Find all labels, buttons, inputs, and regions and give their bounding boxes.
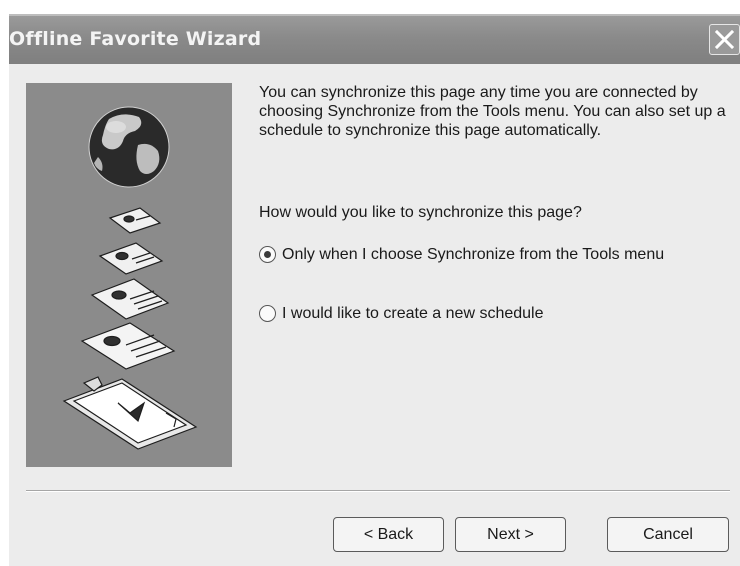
close-button[interactable] bbox=[709, 24, 740, 55]
intro-text: You can synchronize this page any time y… bbox=[259, 84, 726, 139]
separator bbox=[26, 490, 730, 492]
radio-button[interactable] bbox=[259, 305, 276, 322]
next-button[interactable]: Next > bbox=[455, 517, 566, 552]
wizard-window: Offline Favorite Wizard You can synchron… bbox=[9, 14, 740, 566]
option-label[interactable]: I would like to create a new schedule bbox=[282, 304, 702, 323]
option-new-schedule[interactable]: I would like to create a new schedule bbox=[259, 304, 702, 323]
wizard-content: You can synchronize this page any time y… bbox=[259, 83, 737, 322]
document-stack-icon bbox=[62, 207, 198, 450]
wizard-illustration bbox=[62, 106, 198, 450]
wizard-art-panel bbox=[26, 83, 232, 467]
close-icon bbox=[715, 30, 734, 49]
window-title: Offline Favorite Wizard bbox=[9, 28, 262, 50]
option-sync-from-tools[interactable]: Only when I choose Synchronize from the … bbox=[259, 245, 702, 264]
radio-button-selected[interactable] bbox=[259, 246, 276, 263]
back-button[interactable]: < Back bbox=[333, 517, 444, 552]
title-bar[interactable]: Offline Favorite Wizard bbox=[9, 14, 740, 64]
option-label[interactable]: Only when I choose Synchronize from the … bbox=[282, 245, 702, 264]
globe-icon bbox=[88, 106, 170, 188]
radio-dot bbox=[264, 251, 271, 258]
question-text: How would you like to synchronize this p… bbox=[259, 204, 582, 221]
cancel-button[interactable]: Cancel bbox=[607, 517, 729, 552]
